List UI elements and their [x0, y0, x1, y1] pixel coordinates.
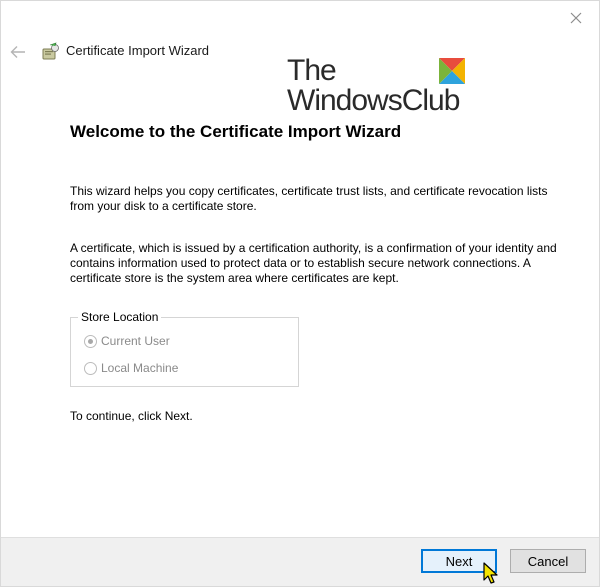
current-user-radio: [84, 334, 97, 348]
certificate-import-wizard-window: Certificate Import Wizard The WindowsClu…: [0, 0, 600, 587]
back-button[interactable]: [7, 41, 29, 63]
windowsclub-logo-icon: [439, 58, 465, 84]
local-machine-label: Local Machine: [101, 361, 179, 375]
watermark: The WindowsClub: [287, 56, 477, 118]
watermark-line1: The: [287, 54, 337, 87]
next-button[interactable]: Next: [421, 549, 497, 573]
local-machine-radio: [84, 361, 97, 375]
store-location-group: Store Location Current User Local Machin…: [70, 310, 299, 387]
intro-paragraph: This wizard helps you copy certificates,…: [70, 184, 548, 213]
close-button[interactable]: [559, 5, 593, 31]
certificate-wizard-icon: [42, 42, 59, 60]
store-location-legend: Store Location: [78, 310, 162, 324]
radio-selected-dot: [88, 338, 93, 344]
close-icon: [570, 12, 582, 24]
continue-hint: To continue, click Next.: [70, 409, 193, 423]
wizard-footer: Next Cancel: [1, 537, 599, 586]
local-machine-radio-option: Local Machine: [84, 361, 178, 375]
current-user-label: Current User: [101, 334, 170, 348]
wizard-title: Certificate Import Wizard: [66, 43, 210, 58]
cancel-button[interactable]: Cancel: [510, 549, 586, 573]
certificate-description-paragraph: A certificate, which is issued by a cert…: [70, 241, 557, 285]
page-heading: Welcome to the Certificate Import Wizard: [70, 122, 402, 141]
back-arrow-icon: [10, 46, 25, 58]
current-user-radio-option: Current User: [84, 334, 170, 348]
watermark-line2: WindowsClub: [287, 84, 460, 117]
